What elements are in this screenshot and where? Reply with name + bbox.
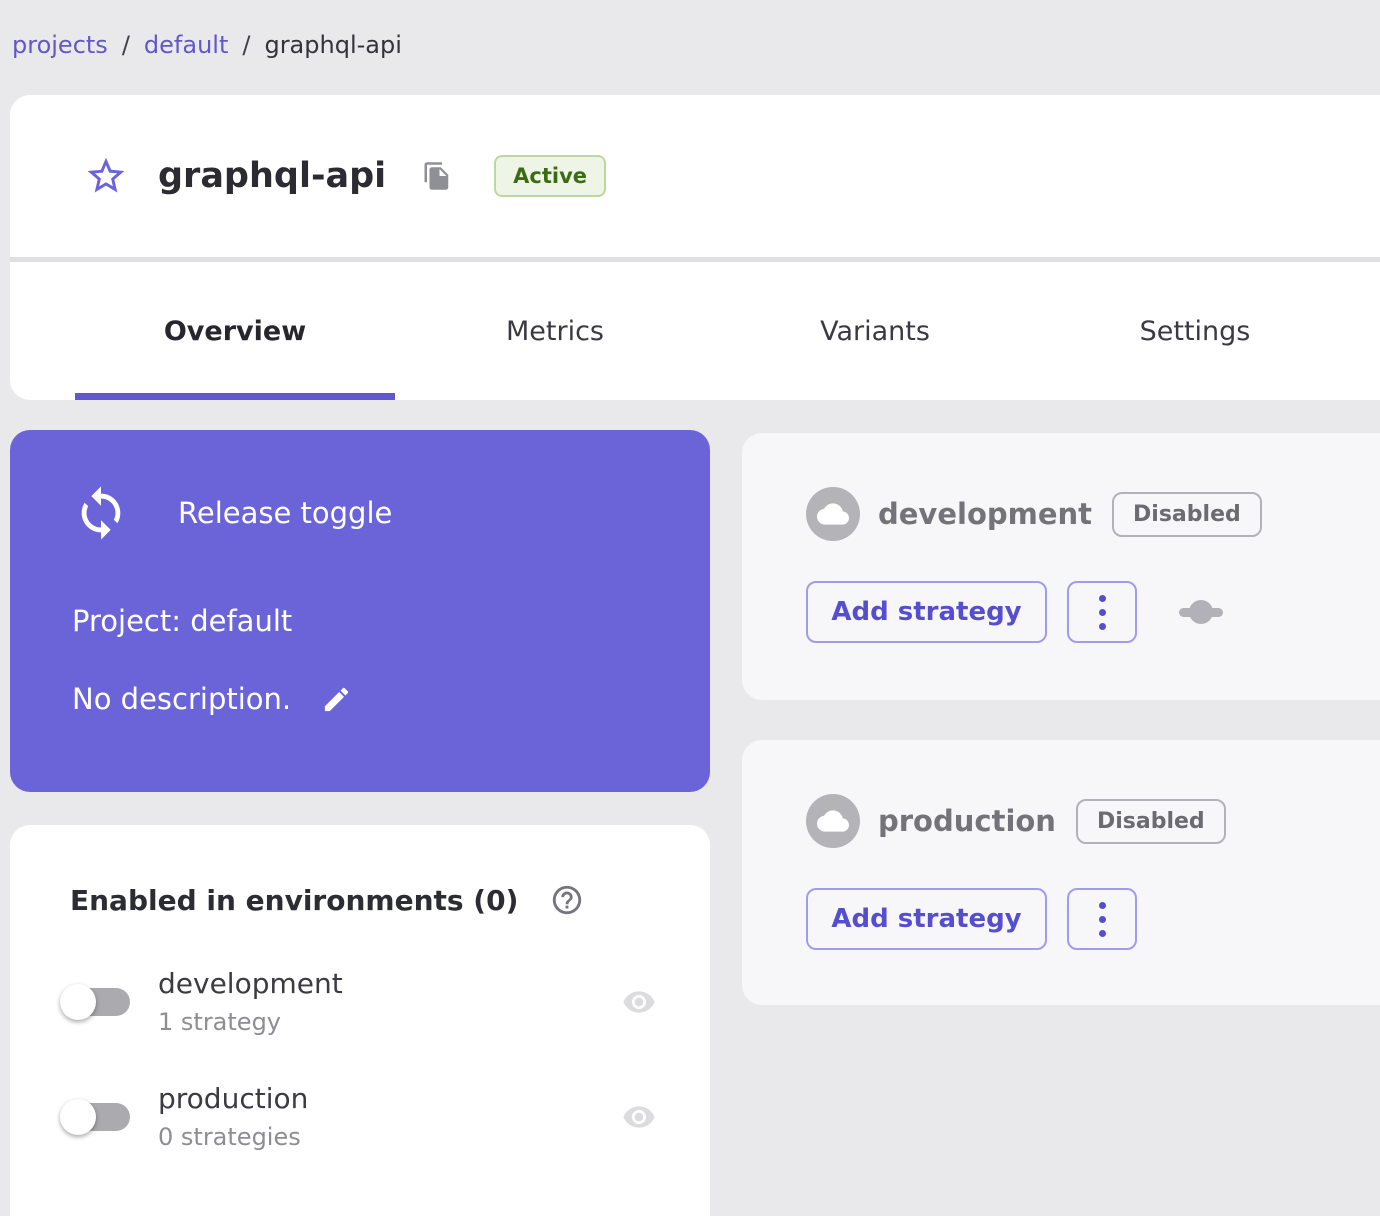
left-column: Release toggle Project: default No descr… [10,430,710,1216]
edit-description-icon[interactable] [321,684,352,715]
kebab-dot [1098,901,1106,909]
env-card-name: development [878,497,1093,531]
status-badge: Active [494,155,607,197]
env-card-actions: Add strategy [806,888,1380,950]
breadcrumb-separator: / [121,31,130,59]
release-toggle-card: Release toggle Project: default No descr… [10,430,710,792]
breadcrumb-link-projects[interactable]: projects [12,31,108,59]
breadcrumb-link-default[interactable]: default [144,31,228,59]
more-options-button[interactable] [1067,581,1137,643]
release-rotate-icon [81,486,121,540]
env-status-badge: Disabled [1112,491,1262,537]
env-row-text: development 1 strategy [158,967,343,1036]
breadcrumb: projects / default / graphql-api [0,0,1380,62]
enabled-environments-title: Enabled in environments (0) [70,883,519,917]
env-status-badge: Disabled [1075,798,1226,844]
favorite-star-icon[interactable] [84,154,128,198]
development-toggle[interactable] [60,983,130,1021]
tab-bar: Overview Metrics Variants Settings [75,262,1355,400]
environment-card-development: development Disabled Add strategy [742,433,1380,700]
env-strategy-count: 1 strategy [158,1008,281,1036]
kebab-dot [1098,929,1106,937]
kebab-dot [1098,594,1106,602]
tab-overview[interactable]: Overview [75,262,395,400]
enabled-environments-header: Enabled in environments (0) [60,883,662,917]
project-label: Project: default [72,604,293,638]
feature-header-card: graphql-api Active Overview Metrics Vari… [10,95,1380,400]
tab-variants[interactable]: Variants [715,262,1035,400]
environment-card-production: production Disabled Add strategy [742,740,1380,1005]
toggle-thumb [60,983,96,1020]
kebab-dot [1098,915,1106,923]
cloud-icon [817,810,849,832]
toggle-type-label: Release toggle [178,496,393,530]
toggle-thumb [60,1098,96,1135]
more-options-button[interactable] [1067,888,1137,950]
description-text: No description. [72,682,292,716]
env-name: development [158,967,343,1000]
strategy-slider-icon [1179,599,1223,625]
tab-settings[interactable]: Settings [1035,262,1355,400]
env-strategy-count: 0 strategies [158,1123,301,1151]
add-strategy-button[interactable]: Add strategy [806,581,1047,643]
tab-metrics[interactable]: Metrics [395,262,715,400]
production-toggle[interactable] [60,1098,130,1136]
page-title: graphql-api [158,156,387,196]
env-card-actions: Add strategy [806,581,1380,643]
env-card-header: production Disabled [806,794,1380,848]
env-row-development: development 1 strategy [60,967,662,1036]
right-column: development Disabled Add strategy produc… [742,430,1380,1216]
env-card-name: production [878,804,1056,838]
release-toggle-header: Release toggle [72,484,670,542]
breadcrumb-current: graphql-api [264,31,402,59]
env-row-text: production 0 strategies [158,1082,308,1151]
description-line: No description. [72,682,670,716]
slider-knob [1189,600,1213,624]
enabled-environments-panel: Enabled in environments (0) development … [10,825,710,1216]
add-strategy-button[interactable]: Add strategy [806,888,1047,950]
environment-avatar [806,487,860,541]
env-card-header: development Disabled [806,487,1380,541]
visibility-icon[interactable] [616,985,662,1019]
feature-title-row: graphql-api Active [10,95,1380,257]
env-row-production: production 0 strategies [60,1082,662,1151]
kebab-dot [1098,608,1106,616]
breadcrumb-separator: / [242,31,251,59]
environment-avatar [806,794,860,848]
cloud-icon [817,503,849,525]
main-content: Release toggle Project: default No descr… [0,400,1380,1216]
copy-icon[interactable] [422,161,452,191]
help-icon[interactable] [550,883,584,917]
env-name: production [158,1082,309,1115]
kebab-dot [1098,622,1106,630]
visibility-icon[interactable] [616,1100,662,1134]
